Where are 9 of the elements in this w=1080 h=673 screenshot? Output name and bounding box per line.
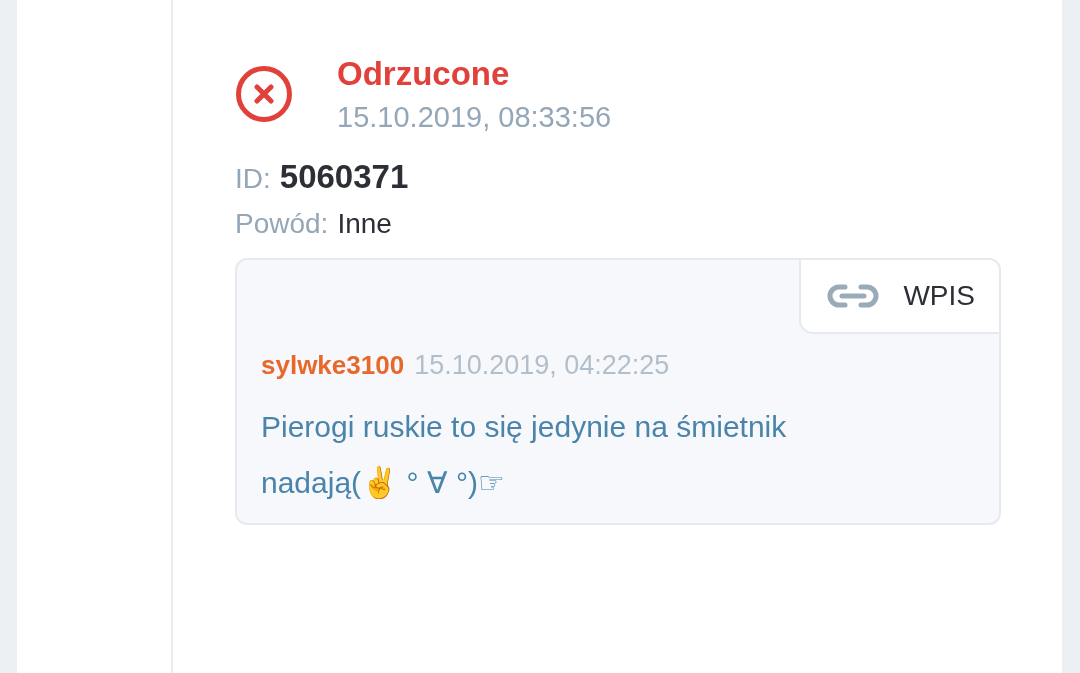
detail-label: Powód: xyxy=(235,207,329,241)
detail-value: 5060371 xyxy=(279,157,409,197)
status-label: Odrzucone xyxy=(337,54,511,94)
entry-text: Pierogi ruskie to się jedynie na śmietnik nadają(✌ ° ∀ °)☞ xyxy=(261,409,788,501)
detail-value: Inne xyxy=(337,207,392,241)
status-date: 15.10.2019, 08:33:56 xyxy=(337,100,612,135)
detail-label: ID: xyxy=(235,162,271,196)
entry-date: 15.10.2019, 04:22:25 xyxy=(414,350,670,381)
entry-link-button[interactable]: WPIS xyxy=(799,260,999,334)
